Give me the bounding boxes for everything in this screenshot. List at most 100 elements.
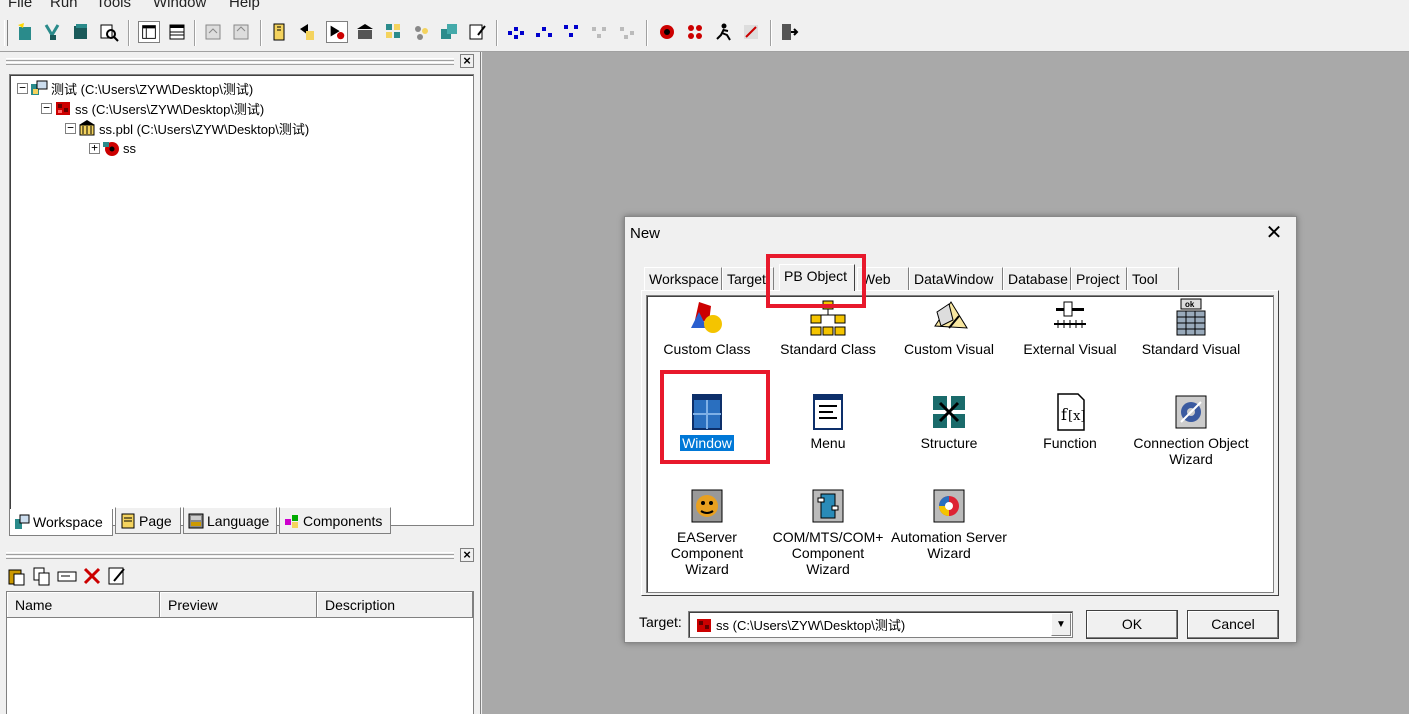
paste-icon[interactable] [6, 565, 28, 587]
tab-pb-object[interactable]: PB Object [779, 264, 855, 291]
regen-icon[interactable] [616, 21, 638, 43]
select-icon[interactable] [410, 21, 432, 43]
tab-target[interactable]: Target [722, 267, 774, 290]
column-header-name[interactable]: Name [7, 592, 160, 618]
flag-icon[interactable] [740, 21, 762, 43]
tree-node-workspace[interactable]: − 测试 (C:\Users\ZYW\Desktop\测试) [17, 79, 253, 97]
run-icon[interactable] [326, 21, 348, 43]
expand-icon[interactable]: + [89, 142, 100, 154]
tree-node-library[interactable]: − ss.pbl (C:\Users\ZYW\Desktop\测试) [65, 119, 309, 137]
target-select-value: ss (C:\Users\ZYW\Desktop\测试) [716, 618, 906, 633]
item-custom-class[interactable]: Custom Class [647, 298, 767, 357]
collapse-icon[interactable]: − [41, 102, 52, 114]
item-menu[interactable]: Menu [768, 392, 888, 451]
menu-help[interactable]: Help [229, 0, 260, 11]
language-icon [188, 513, 204, 528]
tab-tool[interactable]: Tool [1127, 267, 1179, 290]
debug-icon[interactable] [382, 21, 404, 43]
workspace-tree: − 测试 (C:\Users\ZYW\Desktop\测试) − ss (C:\… [9, 74, 474, 526]
collapse-icon[interactable]: − [17, 82, 28, 94]
application-icon [103, 142, 119, 156]
standard-class-icon [810, 300, 846, 336]
close-all-icon[interactable] [202, 21, 224, 43]
profile-icon[interactable] [684, 21, 706, 43]
collapse-icon[interactable]: − [65, 122, 76, 134]
tab-project[interactable]: Project [1071, 267, 1127, 290]
target-select[interactable]: ss (C:\Users\ZYW\Desktop\测试) ▼ [688, 611, 1073, 638]
bug-icon[interactable] [656, 21, 678, 43]
page-icon [121, 513, 135, 528]
tree-node-target[interactable]: − ss (C:\Users\ZYW\Desktop\测试) [41, 99, 264, 117]
edit-clip-icon[interactable] [106, 565, 128, 587]
item-window[interactable]: Window [647, 392, 767, 452]
dialog-close-button[interactable]: ✕ [1264, 223, 1284, 243]
item-structure[interactable]: Structure [889, 392, 1009, 451]
clip-list: Name Preview Description [6, 591, 474, 714]
tab-language[interactable]: Language [183, 507, 277, 534]
runner-icon[interactable] [712, 21, 734, 43]
item-easerver-component-wizard[interactable]: EAServer Component Wizard [647, 486, 767, 577]
delete-icon[interactable] [81, 565, 103, 587]
workspace-pane-close-button[interactable]: × [460, 54, 474, 68]
item-standard-visual[interactable]: ok Standard Visual [1131, 298, 1251, 357]
api-icon[interactable] [560, 21, 582, 43]
item-custom-visual[interactable]: Custom Visual [889, 298, 1009, 357]
new-icon[interactable] [14, 21, 36, 43]
item-com-mts-component-wizard[interactable]: COM/MTS/COM+ Component Wizard [768, 486, 888, 577]
custom-visual-icon [934, 301, 968, 329]
tab-datawindow[interactable]: DataWindow [909, 267, 1003, 290]
build-icon[interactable] [296, 21, 318, 43]
cancel-button[interactable]: Cancel [1187, 610, 1279, 639]
column-header-preview[interactable]: Preview [160, 592, 317, 618]
layout-icon[interactable] [138, 21, 160, 43]
copy-icon[interactable] [31, 565, 53, 587]
menu-file[interactable]: File [8, 0, 32, 11]
inherit-icon[interactable] [42, 21, 64, 43]
open-icon[interactable] [70, 21, 92, 43]
library-icon[interactable] [268, 21, 290, 43]
tree-node-label: ss.pbl (C:\Users\ZYW\Desktop\测试) [99, 121, 310, 137]
deploy-icon[interactable] [466, 21, 488, 43]
item-standard-class[interactable]: Standard Class [768, 298, 888, 357]
menu-run[interactable]: Run [50, 0, 78, 11]
edit-icon[interactable] [438, 21, 460, 43]
chevron-down-icon[interactable]: ▼ [1051, 613, 1071, 636]
clip-pane-close-button[interactable]: × [460, 548, 474, 562]
preview-icon[interactable] [98, 21, 120, 43]
item-automation-server-wizard[interactable]: Automation Server Wizard [889, 486, 1009, 561]
column-header-description[interactable]: Description [317, 592, 473, 618]
item-external-visual[interactable]: External Visual [1010, 298, 1130, 357]
target-icon [56, 102, 70, 115]
stop-icon[interactable] [354, 21, 376, 43]
tree-node-label: ss (C:\Users\ZYW\Desktop\测试) [75, 101, 265, 117]
svg-text:ok: ok [1185, 300, 1195, 309]
item-connection-object-wizard[interactable]: Connection Object Wizard [1131, 392, 1251, 467]
dist-icon[interactable] [504, 21, 526, 43]
rename-icon[interactable] [56, 565, 78, 587]
item-function[interactable]: f [x] Function [1010, 392, 1130, 451]
tab-database[interactable]: Database [1003, 267, 1071, 290]
exit-icon[interactable] [778, 21, 800, 43]
gen-icon[interactable] [532, 21, 554, 43]
clip-toolbar [6, 565, 128, 587]
tree-node-application[interactable]: + ss [89, 139, 136, 157]
tab-components[interactable]: Components [279, 507, 391, 534]
ok-button[interactable]: OK [1086, 610, 1178, 639]
library-icon [79, 120, 95, 136]
grid-icon[interactable] [166, 21, 188, 43]
stack-icon[interactable] [230, 21, 252, 43]
left-panel: × − 测试 (C:\Users\ZYW\Desktop\测试) − ss (C… [0, 52, 481, 714]
menu-tools[interactable]: Tools [96, 0, 131, 11]
window-icon [692, 394, 722, 430]
com-wizard-icon [812, 489, 844, 523]
tab-web[interactable]: Web [857, 267, 909, 290]
menu-window[interactable]: Window [153, 0, 206, 11]
tab-workspace[interactable]: Workspace [9, 509, 113, 536]
toolbar-grip[interactable] [4, 20, 8, 46]
tab-workspace[interactable]: Workspace [644, 267, 722, 290]
menu-icon [813, 394, 843, 430]
tab-page[interactable]: Page [115, 507, 181, 534]
components-icon [285, 514, 298, 528]
migrate-icon[interactable] [588, 21, 610, 43]
connection-wizard-icon [1175, 395, 1207, 429]
